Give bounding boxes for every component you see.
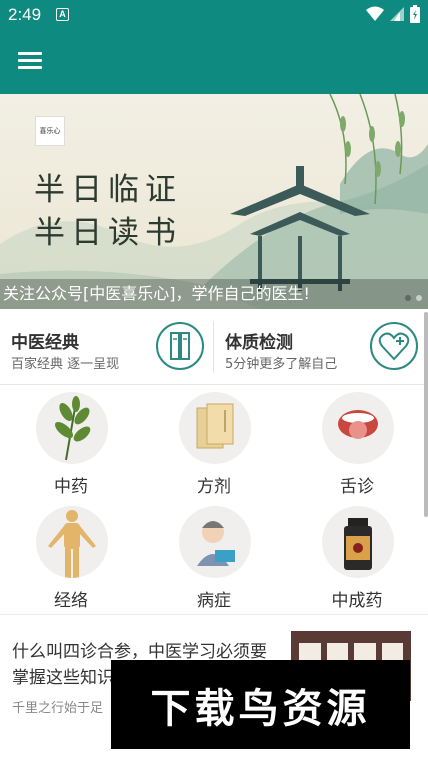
category-label: 中成药 bbox=[331, 591, 383, 611]
feature-row: 中医经典 百家经典 逐一呈现 体质检测 5分钟更多了解自己 bbox=[0, 309, 428, 385]
category-label: 中药 bbox=[54, 477, 88, 497]
carousel-indicator bbox=[405, 295, 422, 301]
classics-card[interactable]: 中医经典 百家经典 逐一呈现 bbox=[0, 309, 213, 385]
meridian-icon bbox=[36, 506, 108, 578]
battery-icon bbox=[410, 5, 420, 23]
category-grid: 中药 方剂 舌诊 经络 病症 中成药 bbox=[0, 386, 428, 612]
category-patent-medicine[interactable]: 中成药 bbox=[297, 500, 417, 612]
banner-title-line1: 半日临证 bbox=[34, 172, 182, 208]
watermark-overlay: 下载鸟资源 bbox=[111, 660, 410, 749]
constitution-test-card[interactable]: 体质检测 5分钟更多了解自己 bbox=[214, 309, 428, 385]
constitution-subtitle: 5分钟更多了解自己 bbox=[225, 357, 338, 372]
category-herb[interactable]: 中药 bbox=[11, 386, 131, 498]
patient-icon bbox=[179, 506, 251, 578]
heart-plus-icon bbox=[370, 322, 418, 370]
medicine-bottle-icon bbox=[322, 506, 394, 578]
scrollbar[interactable] bbox=[424, 312, 428, 517]
brand-logo-text: 喜乐心 bbox=[39, 127, 61, 135]
classics-title: 中医经典 bbox=[11, 333, 79, 353]
category-meridian[interactable]: 经络 bbox=[11, 500, 131, 612]
brand-logo: 喜乐心 bbox=[35, 116, 65, 146]
category-label: 经络 bbox=[54, 591, 88, 611]
carousel-dot-active[interactable] bbox=[416, 295, 422, 301]
herb-icon bbox=[36, 392, 108, 464]
banner-carousel[interactable]: 喜乐心 半日临证 半日读书 关注公众号[中医喜乐心]，学作自己的医生! bbox=[0, 94, 428, 309]
banner-title-line2: 半日读书 bbox=[34, 215, 182, 251]
status-bar: 2:49 A bbox=[0, 0, 428, 30]
category-label: 舌诊 bbox=[340, 477, 374, 497]
hamburger-menu-icon[interactable] bbox=[18, 48, 48, 76]
banner-caption: 关注公众号[中医喜乐心]，学作自己的医生! bbox=[0, 279, 428, 309]
wifi-icon bbox=[366, 6, 384, 21]
prescription-icon bbox=[179, 392, 251, 464]
category-disease[interactable]: 病症 bbox=[154, 500, 274, 612]
classics-subtitle: 百家经典 逐一呈现 bbox=[11, 357, 120, 372]
notification-a-icon: A bbox=[56, 8, 69, 21]
category-tongue[interactable]: 舌诊 bbox=[297, 386, 417, 498]
category-prescription[interactable]: 方剂 bbox=[154, 386, 274, 498]
tongue-icon bbox=[322, 392, 394, 464]
cell-signal-icon bbox=[390, 7, 404, 21]
status-time: 2:49 bbox=[8, 5, 42, 24]
status-icons bbox=[366, 5, 420, 23]
app-bar bbox=[0, 30, 428, 94]
scroll-icon bbox=[156, 322, 204, 370]
article-source: 千里之行始于足 bbox=[12, 701, 104, 716]
carousel-dot[interactable] bbox=[405, 295, 411, 301]
constitution-title: 体质检测 bbox=[225, 333, 293, 353]
category-label: 方剂 bbox=[197, 477, 231, 497]
category-label: 病症 bbox=[197, 591, 231, 611]
